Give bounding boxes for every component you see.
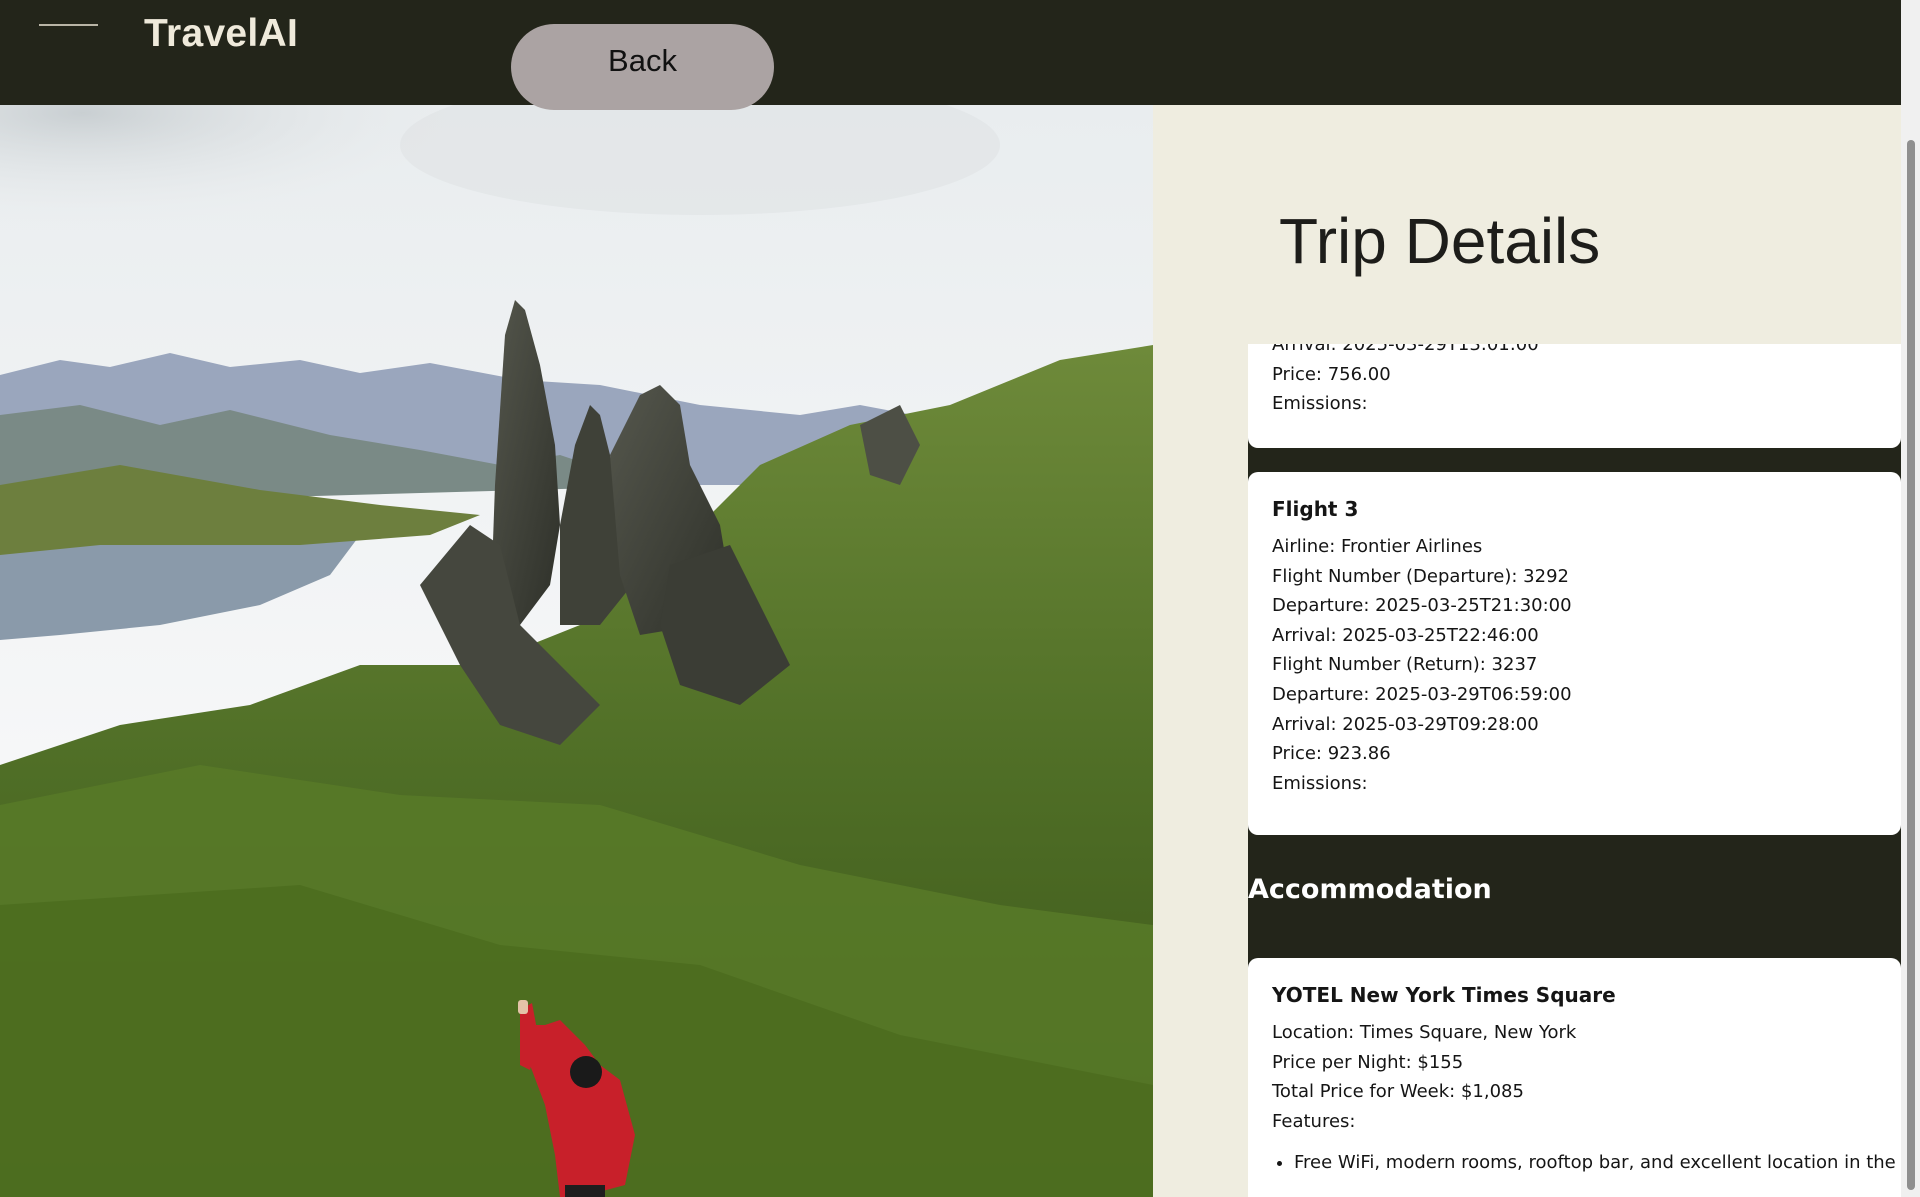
scrollbar-thumb[interactable] — [1907, 140, 1915, 1190]
panel-header: Trip Details — [1153, 105, 1901, 344]
flight-card-3: Flight 3 Airline: Frontier Airlines Flig… — [1248, 472, 1901, 835]
accommodation-heading: Accommodation — [1248, 874, 1492, 905]
hotel-total-price: Total Price for Week: $1,085 — [1272, 1081, 1524, 1103]
page-title: Trip Details — [1279, 205, 1601, 277]
flight-departure-outbound: Departure: 2025-03-25T21:30:00 — [1272, 595, 1572, 617]
flight-departure-return: Departure: 2025-03-29T06:59:00 — [1272, 683, 1572, 705]
page-scrollbar[interactable] — [1901, 0, 1920, 1197]
hotel-feature-item: Free WiFi, modern rooms, rooftop bar, an… — [1294, 1148, 1901, 1178]
hotel-card: YOTEL New York Times Square Location: Ti… — [1248, 958, 1901, 1197]
hero-image — [0, 105, 1153, 1197]
hotel-price-per-night: Price per Night: $155 — [1272, 1051, 1464, 1073]
brand-logo[interactable]: TravelAI — [144, 12, 298, 56]
flight-arrival-return: Arrival: 2025-03-29T09:28:00 — [1272, 713, 1539, 735]
flight-emissions: Emissions: — [1272, 393, 1368, 415]
trip-details-content: Arrival: 2025-03-29T13:01:00 Price: 756.… — [1248, 344, 1901, 1197]
flight-airline: Airline: Frontier Airlines — [1272, 536, 1483, 557]
hotel-features-list: Free WiFi, modern rooms, rooftop bar, an… — [1272, 1148, 1901, 1178]
back-button[interactable]: Back — [511, 24, 774, 110]
flight-arrival: Arrival: 2025-03-29T13:01:00 — [1272, 344, 1539, 355]
menu-icon[interactable] — [39, 24, 98, 26]
flight-number-departure: Flight Number (Departure): 3292 — [1272, 565, 1569, 587]
flight-price: Price: 756.00 — [1272, 363, 1391, 385]
flight-title: Flight 3 — [1272, 497, 1359, 521]
hotel-location: Location: Times Square, New York — [1272, 1022, 1577, 1043]
flight-emissions: Emissions: — [1272, 772, 1368, 794]
trip-details-panel: Trip Details Arrival: 2025-03-29T13:01:0… — [1153, 105, 1901, 1197]
flight-arrival-outbound: Arrival: 2025-03-25T22:46:00 — [1272, 624, 1539, 646]
flight-number-return: Flight Number (Return): 3237 — [1272, 654, 1538, 676]
hotel-name: YOTEL New York Times Square — [1272, 983, 1616, 1007]
flight-price: Price: 923.86 — [1272, 743, 1391, 765]
top-nav-bar: TravelAI — [0, 0, 1901, 105]
flight-card-2: Arrival: 2025-03-29T13:01:00 Price: 756.… — [1248, 344, 1901, 448]
hotel-features-label: Features: — [1272, 1110, 1356, 1132]
